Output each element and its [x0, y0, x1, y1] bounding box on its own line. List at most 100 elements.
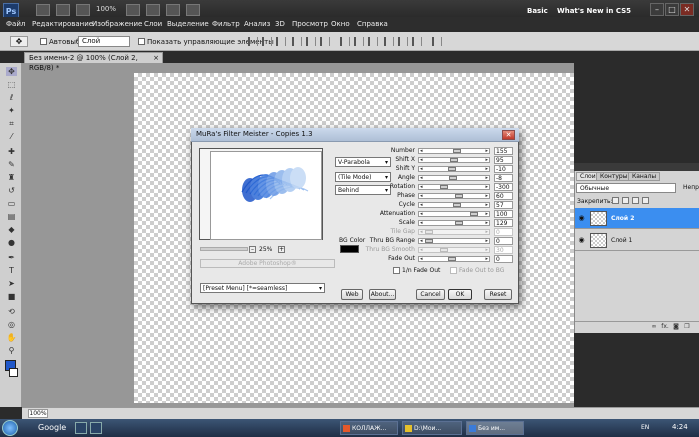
move-tool-preset-icon[interactable]: ✥: [10, 36, 28, 47]
fadeout-bg-checkbox[interactable]: [450, 267, 457, 274]
hand-icon[interactable]: ✋: [6, 333, 17, 342]
param-value-field[interactable]: 0: [494, 228, 513, 236]
distribute-hcenter-icon[interactable]: [398, 37, 408, 46]
align-left-icon[interactable]: [292, 37, 302, 46]
mask-icon[interactable]: ◙: [672, 323, 680, 330]
3d-camera-icon[interactable]: ◎: [6, 320, 17, 329]
param-value-field[interactable]: 100: [494, 210, 513, 218]
slider-left-arrow-icon[interactable]: ◂: [420, 157, 423, 163]
close-tab-icon[interactable]: ×: [153, 53, 159, 63]
pen-icon[interactable]: ✒: [6, 253, 17, 262]
menu-layer[interactable]: Слои: [144, 20, 162, 28]
slider-left-arrow-icon[interactable]: ◂: [420, 184, 423, 190]
task-explorer[interactable]: D:\Мои...: [402, 421, 462, 435]
cancel-button[interactable]: Cancel: [416, 289, 445, 300]
crop-icon[interactable]: ⌗: [6, 119, 17, 128]
autoselect-target-select[interactable]: Слой: [78, 36, 130, 47]
distribute-top-icon[interactable]: [340, 37, 350, 46]
slider-left-arrow-icon[interactable]: ◂: [420, 220, 423, 226]
type-icon[interactable]: T: [6, 266, 17, 275]
rotate-view-icon[interactable]: [146, 4, 160, 16]
param-slider[interactable]: ◂ ▸: [418, 211, 490, 217]
mini-bridge-icon[interactable]: [56, 4, 70, 16]
slider-left-arrow-icon[interactable]: ◂: [420, 202, 423, 208]
document-tab[interactable]: Без имени-2 @ 100% (Слой 2, RGB/8) * ×: [24, 52, 163, 72]
layers-panel-header[interactable]: [574, 163, 699, 171]
param-value-field[interactable]: 60: [494, 192, 513, 200]
slider-right-arrow-icon[interactable]: ▸: [485, 211, 488, 217]
param-slider[interactable]: ◂ ▸: [418, 202, 490, 208]
slider-thumb[interactable]: [452, 203, 461, 207]
distribute-vcenter-icon[interactable]: [354, 37, 364, 46]
menu-filter[interactable]: Фильтр: [212, 20, 240, 28]
maximize-button[interactable]: □: [665, 3, 679, 16]
param-slider[interactable]: ◂ ▸: [418, 175, 490, 181]
param-slider[interactable]: ◂ ▸: [418, 148, 490, 154]
param-slider[interactable]: ◂ ▸: [418, 157, 490, 163]
param-value-field[interactable]: -8: [494, 174, 513, 182]
slider-thumb[interactable]: [455, 221, 463, 225]
param-value-field[interactable]: -10: [494, 165, 513, 173]
slider-right-arrow-icon[interactable]: ▸: [485, 238, 488, 244]
zoom-icon[interactable]: ⚲: [6, 346, 17, 355]
auto-align-icon[interactable]: [432, 37, 442, 46]
align-bottom-icon[interactable]: [276, 37, 286, 46]
status-zoom-field[interactable]: 100%: [28, 409, 48, 418]
about-button[interactable]: About...: [369, 289, 396, 300]
menu-help[interactable]: Справка: [357, 20, 388, 28]
workspace-basic[interactable]: Basic: [527, 7, 548, 15]
slider-thumb[interactable]: [447, 257, 456, 261]
fx-icon[interactable]: fx.: [661, 323, 669, 330]
start-button[interactable]: [2, 420, 18, 436]
link-icon[interactable]: ∞: [650, 323, 658, 330]
menu-edit[interactable]: Редактирование: [32, 20, 93, 28]
slider-right-arrow-icon[interactable]: ▸: [485, 193, 488, 199]
zoom-out-button[interactable]: –: [249, 246, 256, 253]
slider-right-arrow-icon[interactable]: ▸: [485, 202, 488, 208]
slider-right-arrow-icon[interactable]: ▸: [485, 166, 488, 172]
workspace-whats-new[interactable]: What's New in CS5: [557, 7, 631, 15]
background-color-swatch[interactable]: [9, 368, 18, 377]
slider-thumb[interactable]: [449, 176, 457, 180]
task-photoshop[interactable]: Без им...: [466, 421, 524, 435]
slider-left-arrow-icon[interactable]: ◂: [420, 229, 423, 235]
slider-thumb[interactable]: [470, 212, 478, 216]
distribute-left-icon[interactable]: [384, 37, 394, 46]
visibility-eye-icon[interactable]: ◉: [577, 236, 586, 244]
minimize-button[interactable]: –: [650, 3, 664, 16]
slider-right-arrow-icon[interactable]: ▸: [485, 229, 488, 235]
param-value-field[interactable]: -300: [494, 183, 513, 191]
move-icon[interactable]: ✥: [6, 67, 17, 76]
slider-right-arrow-icon[interactable]: ▸: [485, 256, 488, 262]
hand-tool-icon[interactable]: [126, 4, 140, 16]
lock-position-icon[interactable]: [632, 197, 639, 204]
lock-transparency-icon[interactable]: [612, 197, 619, 204]
eraser-icon[interactable]: ▭: [6, 199, 17, 208]
blur-icon[interactable]: ◆: [6, 225, 17, 234]
autoselect-checkbox[interactable]: [40, 38, 47, 45]
slider-right-arrow-icon[interactable]: ▸: [485, 220, 488, 226]
eyedropper-icon[interactable]: ⁄: [6, 132, 17, 141]
slider-thumb[interactable]: [440, 248, 448, 252]
slider-thumb[interactable]: [450, 158, 458, 162]
param-slider[interactable]: ◂ ▸: [418, 184, 490, 190]
path-select-icon[interactable]: ➤: [6, 279, 17, 288]
language-indicator[interactable]: EN: [641, 424, 649, 431]
align-top-icon[interactable]: [248, 37, 258, 46]
screen-mode-icon[interactable]: [186, 4, 200, 16]
tab-channels[interactable]: Каналы: [628, 172, 661, 181]
lock-all-icon[interactable]: [642, 197, 649, 204]
menu-analysis[interactable]: Анализ: [244, 20, 270, 28]
google-toolbar[interactable]: Google: [38, 423, 66, 432]
marquee-icon[interactable]: ⬚: [6, 80, 17, 89]
layer-name[interactable]: Слой 1: [611, 237, 632, 244]
slider-right-arrow-icon[interactable]: ▸: [485, 247, 488, 253]
param-slider[interactable]: ◂ ▸: [418, 220, 490, 226]
healing-icon[interactable]: ✚: [6, 147, 17, 156]
slider-right-arrow-icon[interactable]: ▸: [485, 175, 488, 181]
param-value-field[interactable]: 129: [494, 219, 513, 227]
slider-left-arrow-icon[interactable]: ◂: [420, 238, 423, 244]
quicklaunch-icon[interactable]: [90, 422, 102, 434]
quicklaunch-icon[interactable]: [75, 422, 87, 434]
menu-view[interactable]: Просмотр: [292, 20, 328, 28]
